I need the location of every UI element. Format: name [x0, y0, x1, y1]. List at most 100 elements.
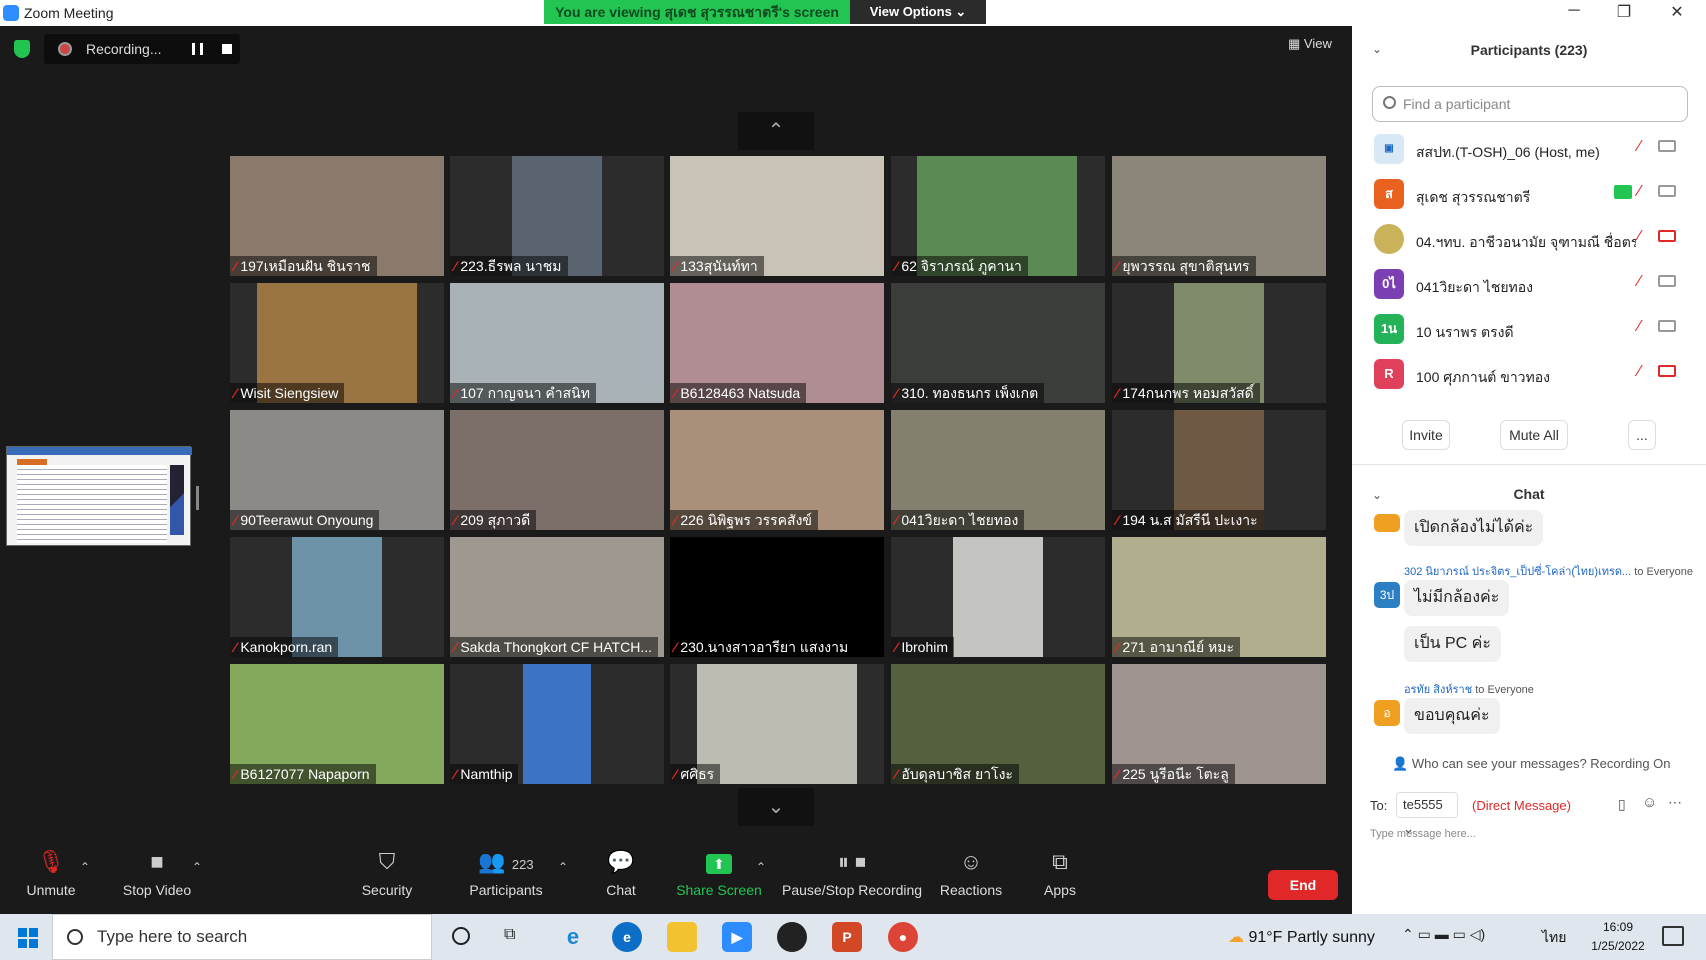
video-tile[interactable]: ⁄ Wisit Siengsiew	[230, 283, 444, 403]
participants-caret[interactable]: ⌃	[558, 860, 568, 874]
video-tile[interactable]: ⁄ 90Teerawut Onyoung	[230, 410, 444, 530]
muted-mic-icon: ⁄	[1116, 639, 1119, 655]
video-tile[interactable]: ⁄ ยุพวรรณ สุขาติสุนทร	[1112, 156, 1326, 276]
weather-widget[interactable]: ☁ 91°F Partly sunny	[1228, 927, 1375, 947]
close-button[interactable]: ✕	[1667, 2, 1687, 22]
zoom-taskbar-icon[interactable]: ▶	[722, 922, 752, 952]
video-tile[interactable]: ⁄ 174กนกพร หอมสวัสดิ์	[1112, 283, 1326, 403]
reactions-button[interactable]: ☺ Reactions	[938, 848, 1004, 908]
file-explorer-icon[interactable]	[667, 922, 697, 952]
muted-mic-icon[interactable]: ⁄	[1638, 183, 1641, 201]
stop-recording-icon[interactable]	[222, 44, 232, 54]
minimize-button[interactable]: ─	[1564, 2, 1584, 20]
view-layout-button[interactable]: ▦ View	[1288, 36, 1332, 52]
video-off-icon[interactable]	[1658, 275, 1676, 287]
video-off-icon[interactable]	[1658, 230, 1676, 242]
muted-mic-icon[interactable]: ⁄	[1638, 138, 1641, 156]
participants-button[interactable]: 👥 223 Participants	[466, 848, 546, 908]
video-tile[interactable]: ⁄ 310. ทองธนกร เพ็งเกต	[891, 283, 1105, 403]
task-view-icon[interactable]: ⧉	[504, 926, 515, 944]
apps-button[interactable]: ⧉ Apps	[1040, 848, 1080, 908]
input-language[interactable]: ไทย	[1542, 927, 1566, 949]
participant-row[interactable]: ส สุเดช สุวรรณชาตรี ⁄	[1374, 175, 1684, 215]
muted-mic-icon: ⁄	[1116, 766, 1119, 782]
tile-name-text: 271 อามาณีย์ หมะ	[1122, 639, 1235, 655]
share-options-caret[interactable]: ⌃	[756, 860, 766, 874]
stop-video-button[interactable]: ■ Stop Video	[114, 848, 200, 908]
video-tile[interactable]: ⁄ 230.นางสาวอารียา แสงงาม	[670, 537, 884, 657]
video-tile[interactable]: ⁄ Sakda Thongkort CF HATCH...	[450, 537, 664, 657]
more-icon[interactable]: ⋯	[1668, 794, 1682, 811]
participant-search-input[interactable]: Find a participant	[1372, 86, 1688, 122]
recipient-select[interactable]: te5555 ⌄	[1396, 792, 1458, 836]
pause-recording-icon[interactable]	[192, 43, 203, 55]
participant-row[interactable]: R 100 ศุภกานต์ ขาวทอง ⁄	[1374, 355, 1684, 395]
muted-mic-icon[interactable]: ⁄	[1638, 363, 1641, 381]
video-tile[interactable]: ⁄ 62 จิราภรณ์ ภูคานา	[891, 156, 1105, 276]
file-icon[interactable]: ▯	[1618, 796, 1626, 813]
shared-screen-thumbnail[interactable]	[6, 446, 192, 546]
security-button[interactable]: ⛉ Security	[354, 848, 420, 908]
video-tile[interactable]: ⁄ B6128463 Natsuda	[670, 283, 884, 403]
video-off-icon[interactable]	[1658, 140, 1676, 152]
muted-mic-icon[interactable]: ⁄	[1638, 318, 1641, 336]
participant-row[interactable]: 04.ฯทบ. อาชีวอนามัย จุฑามณี ชื่อตรง ⁄	[1374, 220, 1684, 260]
video-tile[interactable]: ⁄ 041วิยะดา ไชยทอง	[891, 410, 1105, 530]
video-tile[interactable]: ⁄ Kanokporn.ran	[230, 537, 444, 657]
video-tile[interactable]: ⁄ 223.ธีรพล นาชม	[450, 156, 664, 276]
video-tile[interactable]: ⁄ ศศิธร	[670, 664, 884, 784]
participant-row[interactable]: 0ไ 041วิยะดา ไชยทอง ⁄	[1374, 265, 1684, 305]
end-meeting-button[interactable]: End	[1268, 870, 1338, 900]
maximize-button[interactable]: ❐	[1614, 2, 1634, 22]
video-tile[interactable]: ⁄ Namthip	[450, 664, 664, 784]
share-screen-button[interactable]: ⬆ Share Screen	[676, 848, 762, 908]
notification-center-icon[interactable]	[1662, 926, 1684, 946]
emoji-icon[interactable]: ☺	[1642, 794, 1657, 811]
video-off-icon[interactable]	[1658, 185, 1676, 197]
video-tile[interactable]: ⁄ 226 นิพิฐพร วรรคสังข์	[670, 410, 884, 530]
view-options-button[interactable]: View Options ⌄	[850, 0, 986, 24]
video-tile[interactable]: ⁄ 133สุนันท์ทา	[670, 156, 884, 276]
video-off-icon[interactable]	[1658, 365, 1676, 377]
clock-date: 1/25/2022	[1591, 939, 1645, 953]
internet-explorer-icon[interactable]: e	[558, 922, 588, 952]
gallery-up-button[interactable]: ⌃	[738, 112, 814, 150]
video-tile[interactable]: ⁄ 194 น.ส มัสรีนี ปะเงาะ	[1112, 410, 1326, 530]
windows-start-icon[interactable]	[18, 928, 38, 948]
edge-icon[interactable]: e	[612, 922, 642, 952]
video-tile[interactable]: ⁄ B6127077 Napaporn	[230, 664, 444, 784]
chrome-icon[interactable]: ●	[888, 922, 918, 952]
video-options-caret[interactable]: ⌃	[192, 860, 202, 874]
video-tile[interactable]: ⁄ 107 กาญจนา คำสนิท	[450, 283, 664, 403]
chat-button[interactable]: 💬 Chat	[600, 848, 642, 908]
cortana-icon[interactable]	[452, 927, 470, 945]
video-tile[interactable]: ⁄ 209 สุภาวดี	[450, 410, 664, 530]
participant-row[interactable]: 1น 10 นราพร ตรงดี ⁄	[1374, 310, 1684, 350]
message-visibility-link[interactable]: 👤 Who can see your messages? Recording O…	[1392, 756, 1671, 772]
system-tray-icons[interactable]: ⌃ ▭ ▬ ▭ ◁)	[1402, 926, 1485, 943]
avatar: 0ไ	[1374, 269, 1404, 299]
pause-stop-recording-button[interactable]: ⏸ ⏹ Pause/Stop Recording	[782, 848, 922, 908]
taskbar-search-input[interactable]: Type here to search	[52, 914, 432, 960]
video-tile[interactable]: ⁄ 197เหมือนฝัน ชินราช	[230, 156, 444, 276]
powerpoint-icon[interactable]: P	[832, 922, 862, 952]
thumbnail-splitter[interactable]	[196, 486, 199, 510]
video-off-icon[interactable]	[1658, 320, 1676, 332]
invite-button[interactable]: Invite	[1402, 420, 1450, 450]
mute-all-button[interactable]: Mute All	[1500, 420, 1568, 450]
unmute-button[interactable]: 🎙 Unmute	[16, 848, 86, 908]
taskbar-clock[interactable]: 16:09 1/25/2022	[1582, 918, 1654, 956]
video-tile[interactable]: ⁄ 271 อามาณีย์ หมะ	[1112, 537, 1326, 657]
muted-mic-icon[interactable]: ⁄	[1638, 273, 1641, 291]
participant-row[interactable]: ▣ สสปท.(T-OSH)_06 (Host, me) ⁄	[1374, 130, 1684, 170]
more-options-button[interactable]: ...	[1628, 420, 1656, 450]
chat-message-input[interactable]: Type message here...	[1370, 828, 1476, 840]
participant-name: 100 ศุภกานต์ ขาวทอง	[1416, 369, 1551, 385]
video-tile[interactable]: ⁄ 225 นูรีอนีะ โตะลู	[1112, 664, 1326, 784]
video-tile[interactable]: ⁄ Ibrohim	[891, 537, 1105, 657]
obs-icon[interactable]	[777, 922, 807, 952]
audio-options-caret[interactable]: ⌃	[80, 860, 90, 874]
video-tile[interactable]: ⁄ อับดุลบาซิส ยาโงะ	[891, 664, 1105, 784]
gallery-down-button[interactable]: ⌄	[738, 788, 814, 826]
muted-mic-icon[interactable]: ⁄	[1638, 228, 1641, 246]
